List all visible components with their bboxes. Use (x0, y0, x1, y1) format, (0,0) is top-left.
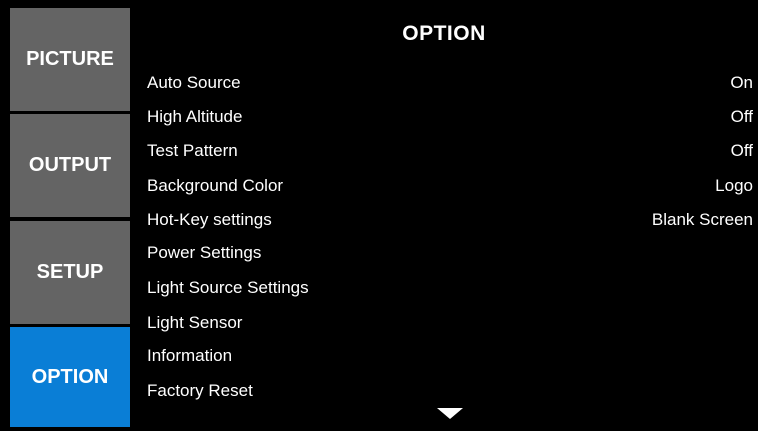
tab-setup[interactable]: SETUP (10, 221, 130, 324)
menu-item-label: Hot-Key settings (147, 210, 272, 229)
menu-item-label: Power Settings (147, 243, 262, 262)
menu-item-label: Information (147, 346, 233, 365)
menu-item-label: Light Sensor (147, 313, 243, 332)
menu-item-light-sensor[interactable]: Light Sensor (130, 307, 758, 341)
menu-item-label: Factory Reset (147, 381, 253, 400)
tab-output[interactable]: OUTPUT (10, 114, 130, 217)
option-panel: OPTION Auto Source On High Altitude Off … (130, 0, 758, 431)
menu-item-label: High Altitude (147, 107, 243, 126)
tab-picture-label: PICTURE (26, 48, 114, 70)
tab-option[interactable]: OPTION (10, 327, 130, 427)
tab-setup-label: SETUP (36, 261, 104, 283)
category-sidebar: PICTURE OUTPUT SETUP OPTION (0, 0, 130, 431)
menu-item-label: Test Pattern (147, 141, 238, 160)
menu-item-test-pattern[interactable]: Test Pattern Off (130, 135, 758, 169)
menu-item-label: Background Color (147, 176, 284, 195)
menu-item-high-altitude[interactable]: High Altitude Off (130, 101, 758, 135)
menu-item-value: Off (730, 107, 753, 126)
triangle-down-icon[interactable] (437, 408, 463, 419)
tab-output-label: OUTPUT (28, 154, 112, 176)
panel-title: OPTION (402, 22, 486, 45)
menu-item-value: Blank Screen (651, 210, 753, 229)
menu-item-value: Off (730, 141, 753, 160)
menu-item-information[interactable]: Information (130, 340, 758, 374)
menu-item-power-settings[interactable]: Power Settings (130, 237, 758, 271)
menu-item-light-source-settings[interactable]: Light Source Settings (130, 272, 758, 306)
menu-item-auto-source[interactable]: Auto Source On (130, 67, 758, 101)
menu-item-factory-reset[interactable]: Factory Reset (130, 375, 758, 409)
menu-item-hot-key-settings[interactable]: Hot-Key settings Blank Screen (130, 204, 758, 238)
menu-item-background-color[interactable]: Background Color Logo (130, 170, 758, 204)
menu-item-value: On (730, 73, 753, 92)
menu-item-label: Light Source Settings (147, 278, 309, 297)
menu-item-label: Auto Source (147, 73, 241, 92)
menu-item-value: Logo (715, 176, 753, 195)
tab-picture[interactable]: PICTURE (10, 8, 130, 111)
tab-option-label: OPTION (31, 365, 109, 388)
